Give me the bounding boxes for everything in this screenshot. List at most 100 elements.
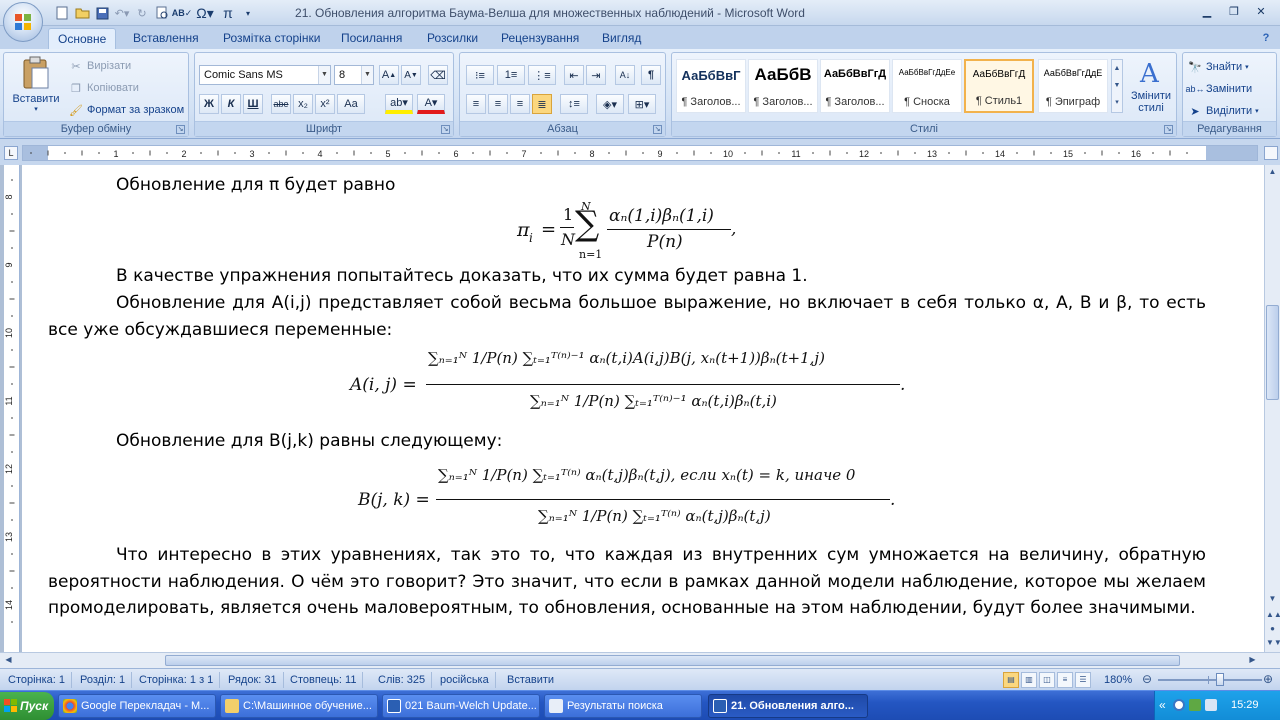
vertical-scrollbar[interactable]: ▲ ▼ ▲▲ ● ▼▼	[1264, 165, 1280, 652]
tab-mailings[interactable]: Розсилки	[418, 28, 487, 49]
font-color-button[interactable]: A▾	[417, 94, 445, 114]
zoom-slider[interactable]	[1158, 673, 1262, 686]
show-marks-button[interactable]: ¶	[641, 65, 661, 85]
clipboard-launcher-icon[interactable]: ↘	[176, 125, 185, 134]
status-section[interactable]: Розділ: 1	[80, 672, 133, 688]
draft-view-icon[interactable]: ☰	[1075, 672, 1091, 688]
vertical-ruler[interactable]: 8 9 10 11 12 13 14	[4, 162, 20, 652]
volume-icon[interactable]	[1205, 699, 1217, 711]
tab-page-layout[interactable]: Розмітка сторінки	[214, 28, 329, 49]
restore-icon[interactable]: ❐	[1221, 2, 1247, 20]
scroll-right-icon[interactable]: ▶	[1246, 653, 1259, 667]
strikethrough-button[interactable]: abe	[271, 94, 291, 114]
document-page[interactable]: Обновление для π будет равно π i = 1 N N…	[22, 165, 1264, 652]
minimize-icon[interactable]: ▁	[1194, 2, 1220, 20]
grow-font-button[interactable]: A ▲	[379, 65, 399, 85]
italic-button[interactable]: К	[221, 94, 241, 114]
cut-button[interactable]: ✂ Вирізати	[68, 56, 131, 76]
align-left-button[interactable]: ≡	[466, 94, 486, 114]
bold-button[interactable]: Ж	[199, 94, 219, 114]
style-epigraph[interactable]: АаБбВвГгДдЕ ¶ Эпиграф	[1038, 59, 1108, 113]
zoom-out-icon[interactable]: ⊖	[1142, 672, 1152, 686]
borders-button[interactable]: ⊞▾	[628, 94, 656, 114]
decrease-indent-button[interactable]: ⇤	[564, 65, 584, 85]
increase-indent-button[interactable]: ⇥	[586, 65, 606, 85]
previous-page-icon[interactable]: ▲▲	[1266, 608, 1280, 622]
scroll-down-icon[interactable]: ▼	[1266, 592, 1279, 606]
copy-button[interactable]: ❐ Копіювати	[68, 78, 139, 98]
change-styles-button[interactable]: A Змінити стилі	[1127, 57, 1175, 119]
styles-launcher-icon[interactable]: ↘	[1164, 125, 1173, 134]
security-icon[interactable]	[1189, 699, 1201, 711]
scroll-up-icon[interactable]: ▲	[1266, 165, 1279, 179]
start-button[interactable]: Пуск	[0, 692, 54, 720]
line-spacing-button[interactable]: ↕≡	[560, 94, 588, 114]
numbering-button[interactable]: 1≡	[497, 65, 525, 85]
find-button[interactable]: 🔭 Знайти ▾	[1187, 57, 1249, 77]
tab-references[interactable]: Посилання	[332, 28, 411, 49]
align-right-button[interactable]: ≡	[510, 94, 530, 114]
taskbar-item-explorer[interactable]: C:\Машинное обучение...	[220, 694, 378, 718]
font-size-combo[interactable]: 8 ▼	[334, 65, 374, 85]
format-painter-button[interactable]: 🖌 Формат за зразком	[68, 100, 184, 120]
style-heading2[interactable]: АаБбВ ¶ Заголов...	[748, 59, 818, 113]
vertical-scroll-thumb[interactable]	[1266, 305, 1279, 400]
show-hidden-icons-icon[interactable]: «	[1159, 698, 1166, 712]
zoom-level[interactable]: 180%	[1104, 672, 1132, 688]
tab-home[interactable]: Основне	[48, 28, 117, 49]
clock[interactable]: 15:29	[1231, 699, 1259, 711]
status-insert-mode[interactable]: Вставити	[507, 672, 560, 688]
select-button[interactable]: ➤ Виділити ▾	[1187, 101, 1258, 121]
next-page-icon[interactable]: ▼▼	[1266, 636, 1280, 650]
taskbar-item-word-active[interactable]: 21. Обновления алго...	[708, 694, 868, 718]
taskbar-item-search[interactable]: Результаты поиска	[544, 694, 702, 718]
browse-object-icon[interactable]: ●	[1266, 622, 1279, 636]
font-name-combo[interactable]: Comic Sans MS ▼	[199, 65, 331, 85]
tab-review[interactable]: Рецензування	[492, 28, 588, 49]
style-heading1[interactable]: АаБбВвГ ¶ Заголов...	[676, 59, 746, 113]
tab-insert[interactable]: Вставлення	[124, 28, 208, 49]
outline-view-icon[interactable]: ≡	[1057, 672, 1073, 688]
zoom-in-icon[interactable]: ⊕	[1263, 672, 1273, 686]
scroll-left-icon[interactable]: ◀	[2, 653, 15, 667]
superscript-button[interactable]: x²	[315, 94, 335, 114]
taskbar-item-chrome[interactable]: Google Перекладач - M...	[58, 694, 216, 718]
paste-button[interactable]: Вставити ▾	[8, 56, 64, 118]
font-launcher-icon[interactable]: ↘	[441, 125, 450, 134]
bullets-button[interactable]: ⁝≡	[466, 65, 494, 85]
style-style1[interactable]: АаБбВвГгД ¶ Стиль1	[964, 59, 1034, 113]
horizontal-ruler[interactable]: 1 2 3 4 5 6 7 8 9 10 11 12 13 14 15 16	[22, 145, 1258, 161]
status-language[interactable]: російська	[440, 672, 496, 688]
zoom-slider-thumb[interactable]	[1216, 673, 1224, 686]
web-layout-icon[interactable]: ◫	[1039, 672, 1055, 688]
underline-button[interactable]: Ш	[243, 94, 263, 114]
clear-formatting-button[interactable]: ⌫	[428, 65, 448, 85]
replace-button[interactable]: ab↔ Замінити	[1186, 79, 1253, 99]
full-screen-reading-icon[interactable]: ▥	[1021, 672, 1037, 688]
style-heading3[interactable]: АаБбВвГгД ¶ Заголов...	[820, 59, 890, 113]
status-pages[interactable]: Сторінка: 1 з 1	[139, 672, 221, 688]
status-words[interactable]: Слів: 325	[378, 672, 433, 688]
tab-view[interactable]: Вигляд	[593, 28, 650, 49]
horizontal-scroll-thumb[interactable]	[165, 655, 1180, 666]
change-case-button[interactable]: Aa	[337, 94, 365, 114]
close-icon[interactable]: ✕	[1248, 2, 1274, 20]
horizontal-scrollbar[interactable]: ◀ ▶	[0, 652, 1280, 668]
help-icon[interactable]: ?	[1258, 30, 1274, 46]
styles-gallery-scroll[interactable]: ▲ ▼ ▾	[1111, 59, 1123, 113]
shrink-font-button[interactable]: A ▼	[401, 65, 421, 85]
justify-button[interactable]: ≣	[532, 94, 552, 114]
multilevel-list-button[interactable]: ⋮≡	[528, 65, 556, 85]
highlight-color-button[interactable]: ab▾	[385, 94, 413, 114]
subscript-button[interactable]: x₂	[293, 94, 313, 114]
office-button[interactable]	[3, 2, 43, 42]
tab-selector[interactable]: L	[4, 146, 18, 160]
sort-button[interactable]: A↓	[615, 65, 635, 85]
status-page[interactable]: Сторінка: 1	[8, 672, 73, 688]
status-line[interactable]: Рядок: 31	[228, 672, 284, 688]
view-ruler-icon[interactable]	[1264, 146, 1278, 160]
style-footnote[interactable]: АаБбВвГгДдЕе ¶ Сноска	[892, 59, 962, 113]
taskbar-item-word-other[interactable]: 021 Baum-Welch Update...	[382, 694, 540, 718]
network-icon[interactable]	[1173, 699, 1185, 711]
status-column[interactable]: Стовпець: 11	[290, 672, 364, 688]
